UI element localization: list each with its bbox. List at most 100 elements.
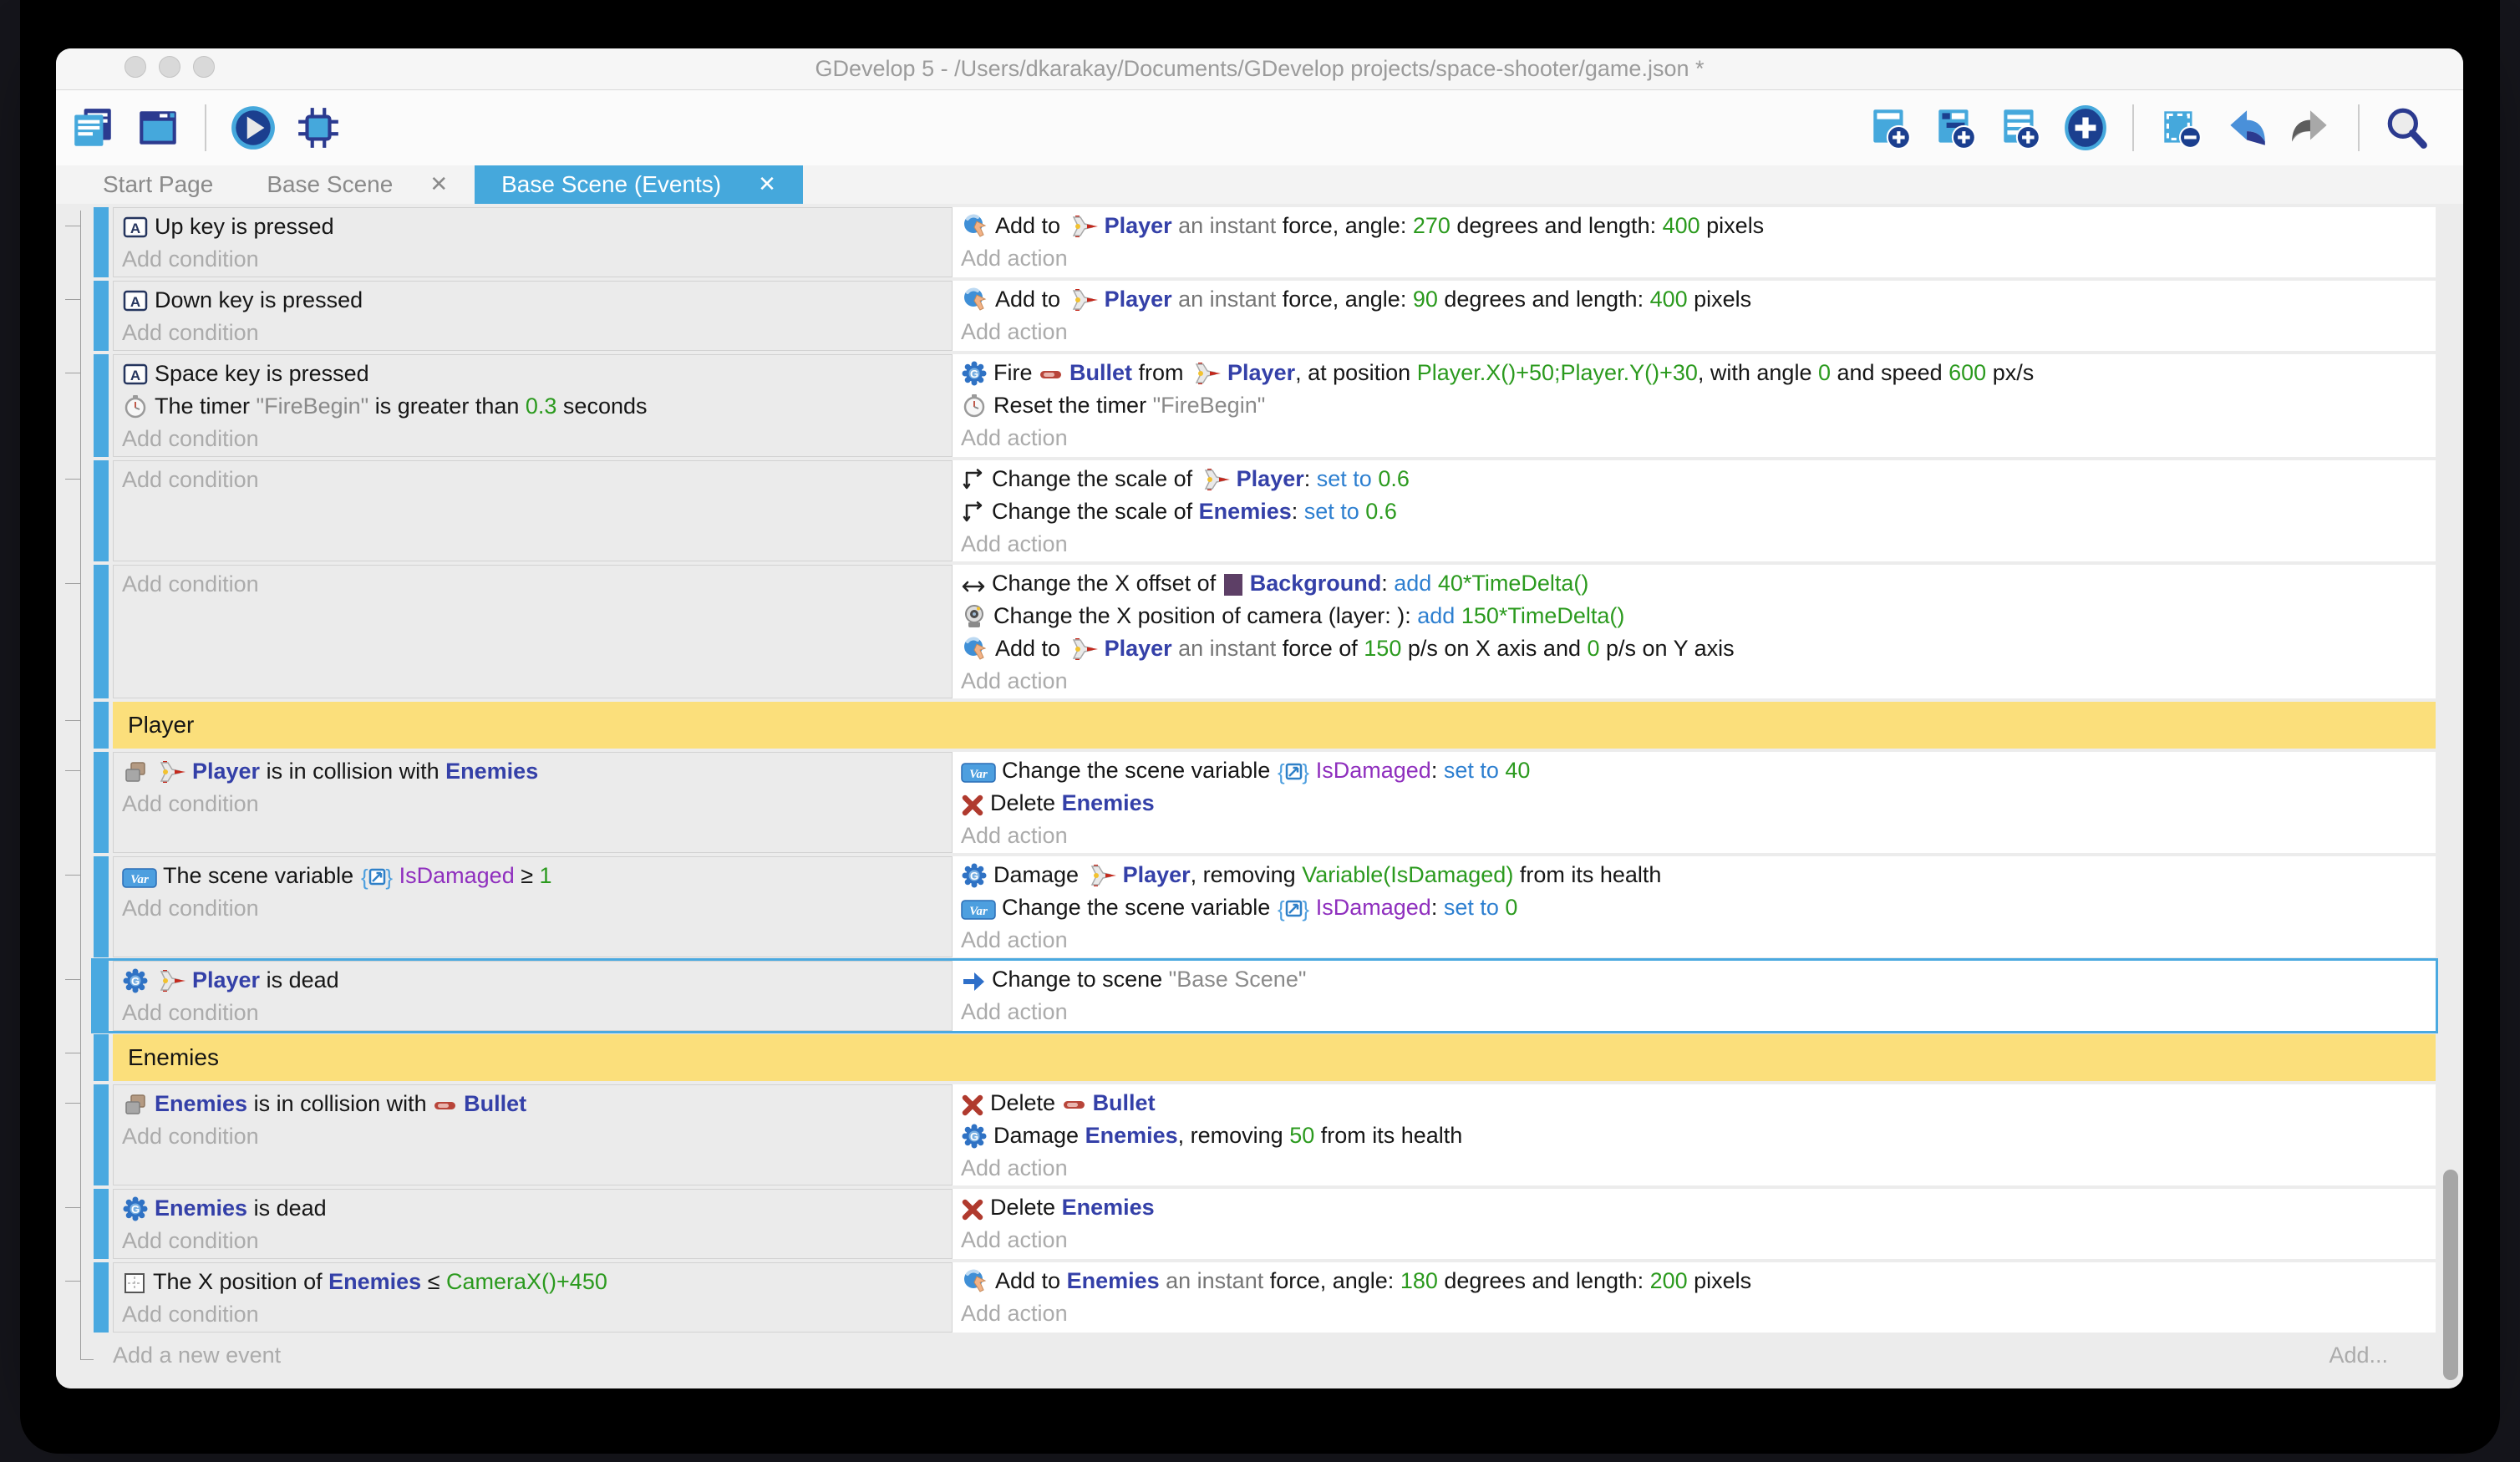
- action-line[interactable]: Add to Player an instant force, angle: 9…: [961, 283, 2436, 316]
- action-line[interactable]: VarChange the scene variable {}IsDamaged…: [961, 891, 2436, 924]
- text-segment: Player: [1105, 636, 1172, 661]
- add-condition-button[interactable]: Add condition: [122, 317, 952, 349]
- event-color-bar[interactable]: [94, 856, 109, 957]
- text-segment: Background: [1250, 571, 1382, 596]
- search-button[interactable]: [2383, 104, 2430, 151]
- condition-line[interactable]: GEnemies is dead: [122, 1192, 952, 1225]
- action-line[interactable]: GDamage Enemies, removing 50 from its he…: [961, 1119, 2436, 1152]
- add-action-button[interactable]: Add action: [961, 996, 2436, 1028]
- event-color-bar[interactable]: [94, 702, 109, 749]
- add-action-button[interactable]: Add action: [961, 820, 2436, 852]
- action-line[interactable]: Add to Enemies an instant force, angle: …: [961, 1265, 2436, 1297]
- event-color-bar[interactable]: [94, 1034, 109, 1081]
- add-action-button[interactable]: Add action: [961, 665, 2436, 698]
- play-button[interactable]: [230, 104, 277, 151]
- event-color-bar[interactable]: [94, 1189, 109, 1259]
- add-event-button[interactable]: [1867, 104, 1913, 151]
- add-new-event-button[interactable]: Add a new event: [113, 1343, 281, 1368]
- action-line[interactable]: Delete Bullet: [961, 1087, 2436, 1119]
- text-segment: degrees and length:: [1438, 287, 1650, 312]
- condition-line[interactable]: Enemies is in collision with Bullet: [122, 1088, 952, 1120]
- close-button[interactable]: [124, 56, 146, 78]
- action-line[interactable]: Change to scene "Base Scene": [961, 963, 2436, 996]
- add-condition-button[interactable]: Add condition: [122, 892, 952, 925]
- variable-type-icon: {}: [1277, 754, 1310, 787]
- add-condition-button[interactable]: Add condition: [122, 464, 952, 496]
- add-condition-button[interactable]: Add condition: [122, 1225, 952, 1257]
- event-color-bar[interactable]: [94, 281, 109, 351]
- action-line[interactable]: GFire Bullet from Player, at position Pl…: [961, 357, 2436, 389]
- action-line[interactable]: Change the X offset of Background: add 4…: [961, 567, 2436, 600]
- action-line[interactable]: Add to Player an instant force of 150 p/…: [961, 632, 2436, 665]
- action-line[interactable]: Change the X position of camera (layer: …: [961, 600, 2436, 632]
- tab-close-icon[interactable]: ✕: [429, 172, 448, 197]
- add-action-button[interactable]: Add action: [961, 1224, 2436, 1256]
- undo-button[interactable]: [2223, 104, 2269, 151]
- add-action-button[interactable]: Add action: [961, 1152, 2436, 1185]
- add-action-button[interactable]: Add action: [961, 422, 2436, 454]
- add-condition-button[interactable]: Add condition: [122, 243, 952, 276]
- project-manager-button[interactable]: [69, 104, 116, 151]
- add-comment-button[interactable]: [1997, 104, 2044, 151]
- player-icon: [1067, 632, 1099, 665]
- event-color-bar[interactable]: [94, 354, 109, 457]
- action-line[interactable]: Change the scale of Player: set to 0.6: [961, 463, 2436, 495]
- condition-line[interactable]: AUp key is pressed: [122, 211, 952, 243]
- text-segment: 50: [1289, 1123, 1314, 1148]
- group-header-enemies[interactable]: Enemies: [113, 1034, 2436, 1081]
- zoom-button[interactable]: [193, 56, 215, 78]
- add-action-button[interactable]: Add action: [961, 1297, 2436, 1330]
- var-icon: Var: [122, 860, 157, 892]
- add-action-button[interactable]: Add action: [961, 242, 2436, 275]
- action-line[interactable]: VarChange the scene variable {}IsDamaged…: [961, 754, 2436, 787]
- event-color-bar[interactable]: [94, 752, 109, 853]
- condition-line[interactable]: ADown key is pressed: [122, 284, 952, 317]
- tab-base-scene[interactable]: Base Scene✕: [240, 165, 475, 204]
- condition-line[interactable]: The X position of Enemies ≤ CameraX()+45…: [122, 1266, 952, 1298]
- svg-text:{: {: [1278, 759, 1285, 784]
- add-more-button[interactable]: Add...: [2329, 1343, 2388, 1368]
- add-circle-button[interactable]: [2062, 104, 2109, 151]
- event-color-bar[interactable]: [94, 460, 109, 561]
- add-action-button[interactable]: Add action: [961, 316, 2436, 348]
- add-condition-button[interactable]: Add condition: [122, 997, 952, 1029]
- tab-base-scene-events-[interactable]: Base Scene (Events)✕: [475, 165, 803, 204]
- minimize-button[interactable]: [159, 56, 180, 78]
- text-segment: degrees and length:: [1438, 1268, 1650, 1293]
- condition-line[interactable]: VarThe scene variable {}IsDamaged ≥ 1: [122, 860, 952, 892]
- event-color-bar[interactable]: [94, 207, 109, 277]
- traffic-lights: [124, 56, 215, 78]
- text-segment: set to: [1444, 895, 1499, 920]
- condition-line[interactable]: GPlayer is dead: [122, 964, 952, 997]
- add-condition-button[interactable]: Add condition: [122, 568, 952, 601]
- add-condition-button[interactable]: Add condition: [122, 423, 952, 455]
- tab-close-icon[interactable]: ✕: [758, 172, 776, 197]
- add-subevent-button[interactable]: [1932, 104, 1979, 151]
- action-line[interactable]: Reset the timer "FireBegin": [961, 389, 2436, 422]
- text-segment: 270: [1413, 213, 1451, 238]
- debug-button[interactable]: [295, 104, 342, 151]
- add-action-button[interactable]: Add action: [961, 528, 2436, 561]
- condition-line[interactable]: ASpace key is pressed: [122, 358, 952, 390]
- action-line[interactable]: Add to Player an instant force, angle: 2…: [961, 210, 2436, 242]
- remove-selection-button[interactable]: [2157, 104, 2204, 151]
- event-color-bar[interactable]: [94, 1084, 109, 1185]
- redo-button[interactable]: [2288, 104, 2335, 151]
- group-header-player[interactable]: Player: [113, 702, 2436, 749]
- add-condition-button[interactable]: Add condition: [122, 1120, 952, 1153]
- condition-line[interactable]: The timer "FireBegin" is greater than 0.…: [122, 390, 952, 423]
- action-line[interactable]: GDamage Player, removing Variable(IsDama…: [961, 859, 2436, 891]
- action-line[interactable]: Delete Enemies: [961, 787, 2436, 820]
- tab-start-page[interactable]: Start Page: [76, 165, 240, 204]
- vertical-scrollbar[interactable]: [2443, 1170, 2458, 1380]
- condition-line[interactable]: Player is in collision with Enemies: [122, 755, 952, 788]
- action-line[interactable]: Change the scale of Enemies: set to 0.6: [961, 495, 2436, 528]
- add-action-button[interactable]: Add action: [961, 924, 2436, 957]
- event-color-bar[interactable]: [94, 1262, 109, 1333]
- event-color-bar[interactable]: [94, 565, 109, 698]
- event-color-bar[interactable]: [94, 961, 109, 1031]
- action-line[interactable]: Delete Enemies: [961, 1191, 2436, 1224]
- add-condition-button[interactable]: Add condition: [122, 1298, 952, 1331]
- scene-window-button[interactable]: [135, 104, 181, 151]
- add-condition-button[interactable]: Add condition: [122, 788, 952, 820]
